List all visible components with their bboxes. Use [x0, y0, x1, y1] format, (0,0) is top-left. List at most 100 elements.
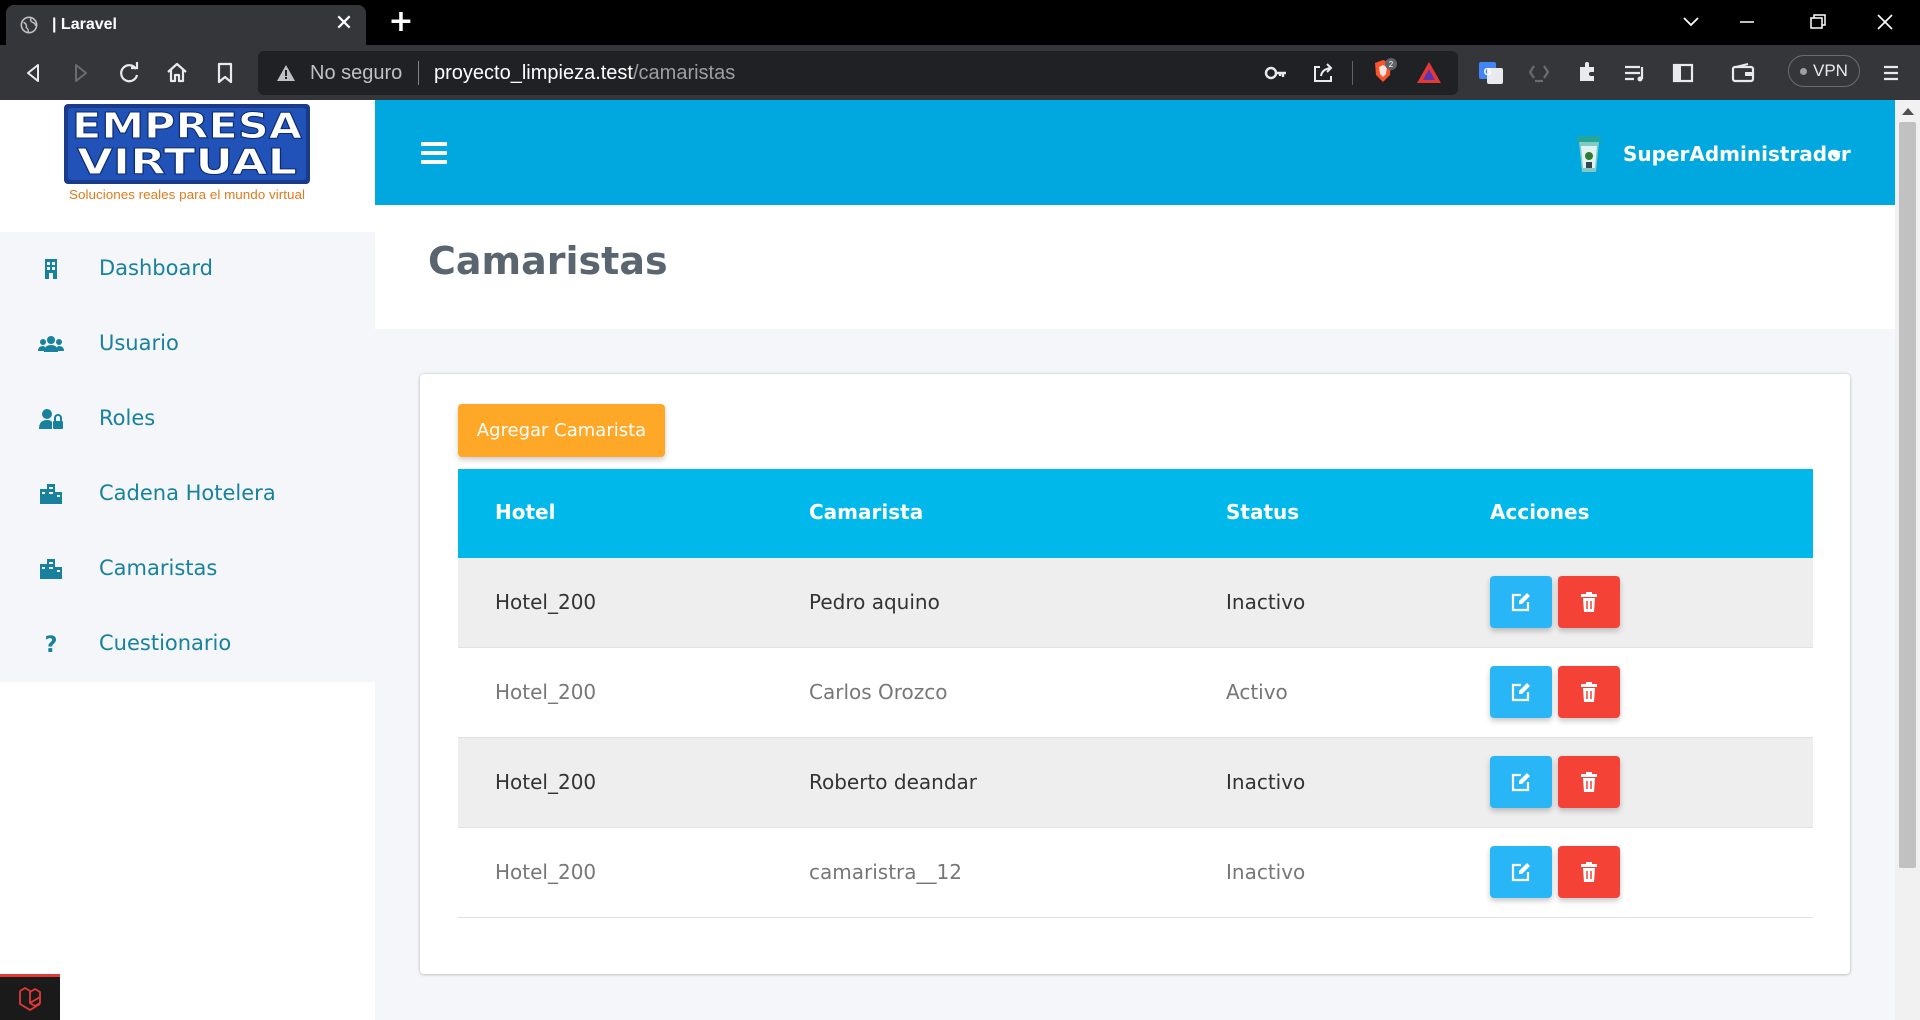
delete-button[interactable] [1558, 846, 1620, 898]
sidebar-item-roles[interactable]: Roles [0, 382, 375, 457]
sidebar-nav: Dashboard Usuario Roles Cadena Hotelera … [0, 232, 375, 682]
column-header-status: Status [1226, 500, 1300, 524]
sidebar: EMPRESA VIRTUAL Soluciones reales para e… [0, 100, 375, 1020]
bookmark-icon[interactable] [210, 58, 240, 88]
sidebar-item-label: Cadena Hotelera [99, 481, 276, 505]
logo-text-top: EMPRESA [72, 106, 302, 147]
laravel-debug-toggle[interactable] [0, 974, 60, 1020]
tab-search-chevron-icon[interactable] [1676, 10, 1706, 34]
close-window-icon[interactable] [1870, 10, 1900, 34]
sidebar-item-cadena-hotelera[interactable]: Cadena Hotelera [0, 457, 375, 532]
edit-icon [1511, 593, 1530, 612]
share-icon[interactable] [1308, 58, 1338, 88]
new-tab-icon[interactable]: + [386, 7, 416, 38]
sidebar-item-cuestionario[interactable]: ? Cuestionario [0, 607, 375, 682]
page-title: Camaristas [428, 239, 668, 283]
camaristas-table: Hotel Camarista Status Acciones Hotel_20… [458, 469, 1813, 918]
edit-button[interactable] [1490, 666, 1552, 718]
trash-icon [1581, 682, 1597, 702]
tab-title: | Laravel [52, 16, 117, 33]
cell-status: Inactivo [1226, 770, 1306, 794]
edit-button[interactable] [1490, 576, 1552, 628]
minimize-icon[interactable] [1732, 10, 1762, 34]
laravel-logo-icon [19, 987, 41, 1011]
cell-hotel: Hotel_200 [495, 590, 597, 614]
cell-camarista: Roberto deandar [809, 770, 977, 794]
back-icon[interactable] [18, 58, 48, 88]
sidebar-item-label: Usuario [99, 331, 179, 355]
user-avatar[interactable] [1571, 132, 1607, 176]
cell-camarista: Carlos Orozco [809, 680, 948, 704]
scrollbar-thumb[interactable] [1899, 122, 1916, 868]
warning-icon[interactable] [276, 64, 296, 82]
forward-icon[interactable] [66, 58, 96, 88]
url-host: proyecto_limpieza.test [434, 62, 633, 84]
edit-button[interactable] [1490, 756, 1552, 808]
cell-status: Inactivo [1226, 860, 1306, 884]
edit-button[interactable] [1490, 846, 1552, 898]
wallet-icon[interactable] [1728, 58, 1758, 88]
camaristas-card: Agregar Camarista Hotel Camarista Status… [420, 374, 1850, 974]
trash-icon [1581, 772, 1597, 792]
not-secure-label[interactable]: No seguro [310, 62, 402, 85]
delete-button[interactable] [1558, 756, 1620, 808]
url-text[interactable]: proyecto_limpieza.test/camaristas [434, 62, 735, 85]
globe-icon [20, 16, 38, 34]
home-icon[interactable] [162, 58, 192, 88]
sidebar-item-label: Camaristas [99, 556, 218, 580]
trash-icon [1581, 592, 1597, 612]
svg-text:?: ? [45, 633, 58, 657]
brave-badge-count: 2 [1389, 60, 1394, 69]
menu-icon[interactable] [1876, 58, 1906, 88]
vpn-status-dot [1800, 68, 1807, 75]
sidebar-item-label: Dashboard [99, 256, 213, 280]
table-row: Hotel_200 Carlos Orozco Activo [458, 648, 1813, 738]
trash-icon [1581, 862, 1597, 882]
toolbar-divider [1352, 61, 1353, 85]
sidebar-item-camaristas[interactable]: Camaristas [0, 532, 375, 607]
logo-tagline: Soluciones reales para el mundo virtual [69, 187, 305, 202]
caret-down-icon[interactable] [1829, 151, 1841, 158]
address-bar[interactable]: No seguro proyecto_limpieza.test/camaris… [258, 51, 1458, 95]
hamburger-menu-icon[interactable] [421, 142, 447, 164]
cell-status: Inactivo [1226, 590, 1306, 614]
browser-tab[interactable]: | Laravel ✕ [6, 5, 366, 45]
recycle-icon[interactable] [1524, 58, 1554, 88]
cell-hotel: Hotel_200 [495, 770, 597, 794]
restore-icon[interactable] [1802, 10, 1832, 34]
svg-text:G: G [1484, 67, 1492, 78]
extensions-icon[interactable] [1572, 58, 1602, 88]
sidebar-item-label: Roles [99, 406, 156, 430]
page-scrollbar[interactable] [1895, 100, 1920, 1020]
url-path: /camaristas [632, 62, 736, 84]
table-row: Hotel_200 camaristra__12 Inactivo [458, 828, 1813, 918]
cell-status: Activo [1226, 680, 1288, 704]
scroll-up-arrow-icon[interactable] [1902, 108, 1914, 115]
brave-shield-icon[interactable]: 2 [1368, 57, 1398, 87]
url-divider [418, 61, 419, 85]
column-header-camarista: Camarista [809, 500, 924, 524]
sidebar-item-usuario[interactable]: Usuario [0, 307, 375, 382]
translate-icon[interactable]: G [1476, 58, 1506, 88]
user-lock-icon [39, 409, 63, 429]
delete-button[interactable] [1558, 576, 1620, 628]
close-tab-icon[interactable]: ✕ [332, 12, 356, 36]
user-name[interactable]: SuperAdministrador [1623, 142, 1851, 166]
sidebar-toggle-icon[interactable] [1668, 58, 1698, 88]
delete-button[interactable] [1558, 666, 1620, 718]
playlist-icon[interactable] [1620, 58, 1650, 88]
column-header-acciones: Acciones [1490, 500, 1590, 524]
city-icon [40, 484, 62, 504]
browser-tab-bar: | Laravel ✕ + [0, 0, 1920, 45]
cell-hotel: Hotel_200 [495, 860, 597, 884]
reload-icon[interactable] [114, 58, 144, 88]
vpn-button[interactable]: VPN [1788, 55, 1860, 87]
key-icon[interactable] [1261, 58, 1291, 88]
top-navbar: SuperAdministrador [375, 100, 1895, 205]
add-camarista-button[interactable]: Agregar Camarista [458, 404, 665, 457]
sidebar-item-label: Cuestionario [99, 631, 232, 655]
brave-rewards-icon[interactable] [1414, 58, 1444, 88]
city-icon [40, 559, 62, 579]
sidebar-item-dashboard[interactable]: Dashboard [0, 232, 375, 307]
company-logo[interactable]: EMPRESA VIRTUAL Soluciones reales para e… [62, 102, 312, 204]
